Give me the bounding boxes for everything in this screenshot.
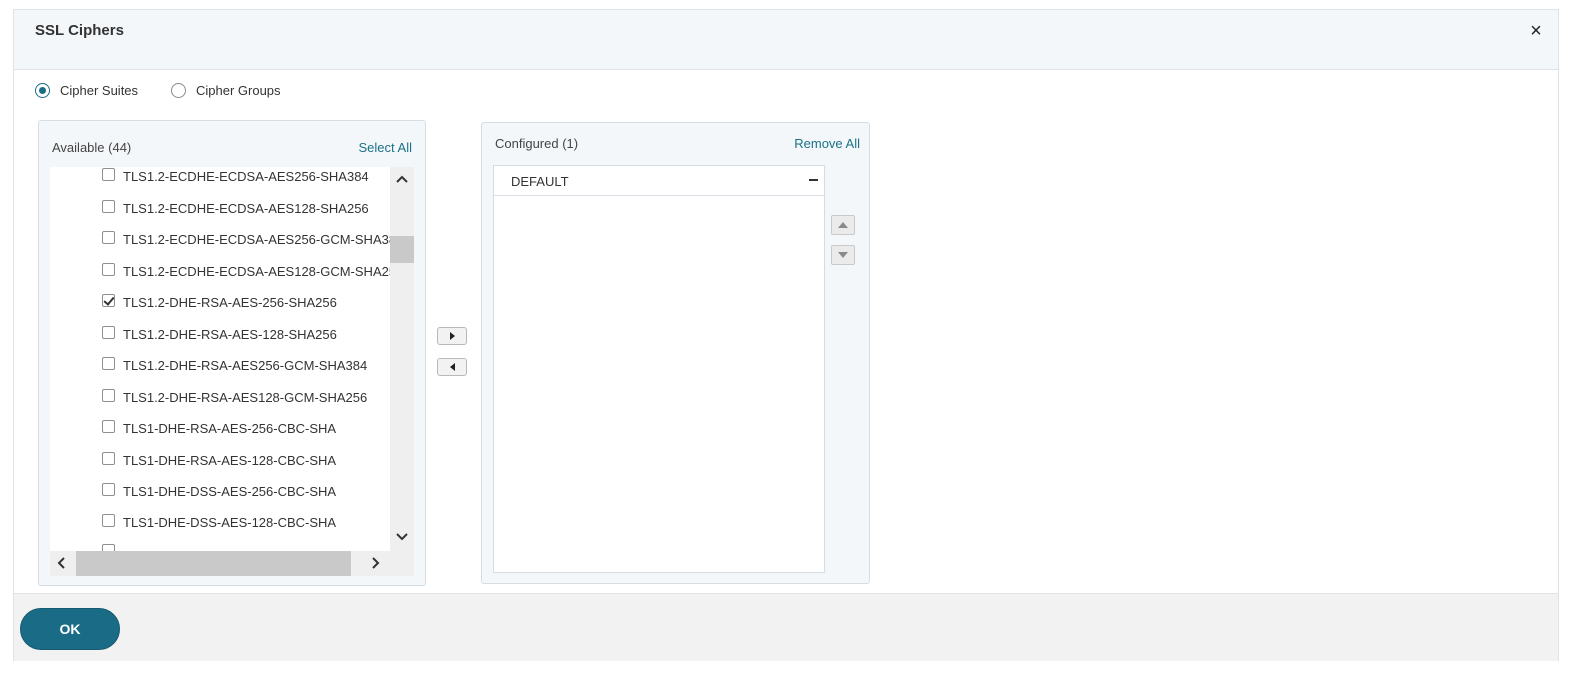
ok-button[interactable]: OK [20,608,120,650]
arrow-up-icon [838,222,848,228]
cipher-label: TLS1.2-DHE-RSA-AES-128-SHA256 [123,326,337,342]
remove-icon[interactable] [809,179,818,181]
list-item[interactable]: TLS1.2-ECDHE-ECDSA-AES256-GCM-SHA384 [102,229,390,249]
radio-cipher-suites[interactable]: Cipher Suites [35,83,138,98]
configured-panel: Configured (1) Remove All DEFAULT [481,122,870,584]
list-item[interactable]: TLS1-DHE-RSA-AES-256-CBC-SHA [102,418,336,438]
configured-title: Configured (1) [495,136,579,151]
available-cipher-list: TLS1.2-ECDHE-ECDSA-AES256-SHA384 TLS1.2-… [50,167,390,551]
configured-item-label: DEFAULT [511,174,569,189]
checkbox[interactable] [102,199,115,213]
cipher-label: TLS1-DHE-DSS-AES-128-CBC-SHA [123,514,337,530]
cipher-label: TLS1.2-DHE-RSA-AES256-GCM-SHA384 [123,357,368,373]
horizontal-scroll-thumb[interactable] [76,551,351,576]
list-item[interactable]: TLS1.2-DHE-RSA-AES-128-SHA256 [102,324,337,344]
cipher-label: TLS1.2-DHE-RSA-AES128-GCM-SHA256 [123,389,368,405]
move-down-button[interactable] [831,245,855,265]
scroll-up-icon[interactable] [396,175,408,183]
list-item[interactable]: TLS1-DHE-DSS-AES-256-CBC-SHA [102,481,336,501]
checkbox[interactable] [102,419,115,433]
scroll-left-icon[interactable] [57,557,65,569]
dialog-header: SSL Ciphers × [14,10,1558,70]
vertical-scroll-thumb[interactable] [390,236,414,263]
checkbox[interactable] [102,451,115,465]
checkbox-checked[interactable] [102,293,115,307]
select-all-link[interactable]: Select All [359,140,412,155]
list-item[interactable]: TLS1.2-ECDHE-ECDSA-AES256-SHA384 [102,167,369,186]
move-up-button[interactable] [831,215,855,235]
scroll-right-icon[interactable] [372,557,380,569]
arrow-down-icon [838,252,848,258]
checkbox[interactable] [102,262,115,276]
checkbox[interactable] [102,388,115,402]
configured-cipher-list: DEFAULT [493,165,825,573]
cipher-label: TLS1-DHE-RSA-AES-256-CBC-SHA [123,420,337,436]
radio-label: Cipher Suites [60,83,139,98]
dialog-title: SSL Ciphers [35,22,124,39]
radio-checked-icon[interactable] [35,83,50,98]
ssl-ciphers-dialog: SSL Ciphers × Cipher Suites Cipher Group… [13,9,1559,661]
cipher-label: TLS1.2-ECDHE-ECDSA-AES128-GCM-SHA256 [123,263,390,279]
cipher-label: TLS1-DHE-DSS-AES-256-CBC-SHA [123,483,337,499]
list-item[interactable]: TLS1.2-ECDHE-ECDSA-AES128-SHA256 [102,198,369,218]
horizontal-scrollbar[interactable] [50,551,414,576]
checkbox[interactable] [102,230,115,244]
list-item[interactable]: TLS1.2-ECDHE-ECDSA-AES128-GCM-SHA256 [102,261,390,281]
checkbox[interactable] [102,513,115,527]
list-item[interactable]: TLS1-DHE-RSA-AES-128-CBC-SHA [102,450,336,470]
cipher-label: TLS1.2-ECDHE-ECDSA-AES256-GCM-SHA384 [123,231,390,247]
radio-unchecked-icon[interactable] [171,83,186,98]
arrow-right-icon [449,332,455,340]
move-right-button[interactable] [437,327,467,345]
list-item[interactable]: TLS1.2-DHE-RSA-AES256-GCM-SHA384 [102,355,367,375]
checkbox[interactable] [102,482,115,496]
list-item[interactable]: TLS1.2-DHE-RSA-AES128-GCM-SHA256 [102,387,367,407]
vertical-scrollbar[interactable] [390,167,414,551]
dialog-footer: OK [14,593,1558,661]
cipher-label: TLS1.2-DHE-RSA-AES-256-SHA256 [123,294,337,310]
checkbox[interactable] [102,167,115,181]
cipher-label: TLS1.2-ECDHE-ECDSA-AES256-SHA384 [123,168,369,184]
radio-label: Cipher Groups [196,83,281,98]
remove-all-link[interactable]: Remove All [794,136,860,151]
list-item[interactable]: DEFAULT [494,166,824,196]
move-left-button[interactable] [437,358,467,376]
radio-cipher-groups[interactable]: Cipher Groups [171,83,281,98]
cipher-label: TLS1.2-ECDHE-ECDSA-AES128-SHA256 [123,200,369,216]
scroll-down-icon[interactable] [396,533,408,541]
available-panel: Available (44) Select All TLS1.2-ECDHE-E… [38,120,426,586]
list-item[interactable]: TLS1.2-DHE-RSA-AES-256-SHA256 [102,292,337,312]
list-item-partial[interactable] [102,542,123,551]
available-title: Available (44) [52,140,132,155]
arrow-left-icon [449,363,455,371]
checkbox[interactable] [102,356,115,370]
close-icon[interactable]: × [1526,21,1546,42]
checkbox[interactable] [102,543,115,551]
cipher-label: TLS1-DHE-RSA-AES-128-CBC-SHA [123,452,337,468]
checkbox[interactable] [102,325,115,339]
list-item[interactable]: TLS1-DHE-DSS-AES-128-CBC-SHA [102,512,336,532]
